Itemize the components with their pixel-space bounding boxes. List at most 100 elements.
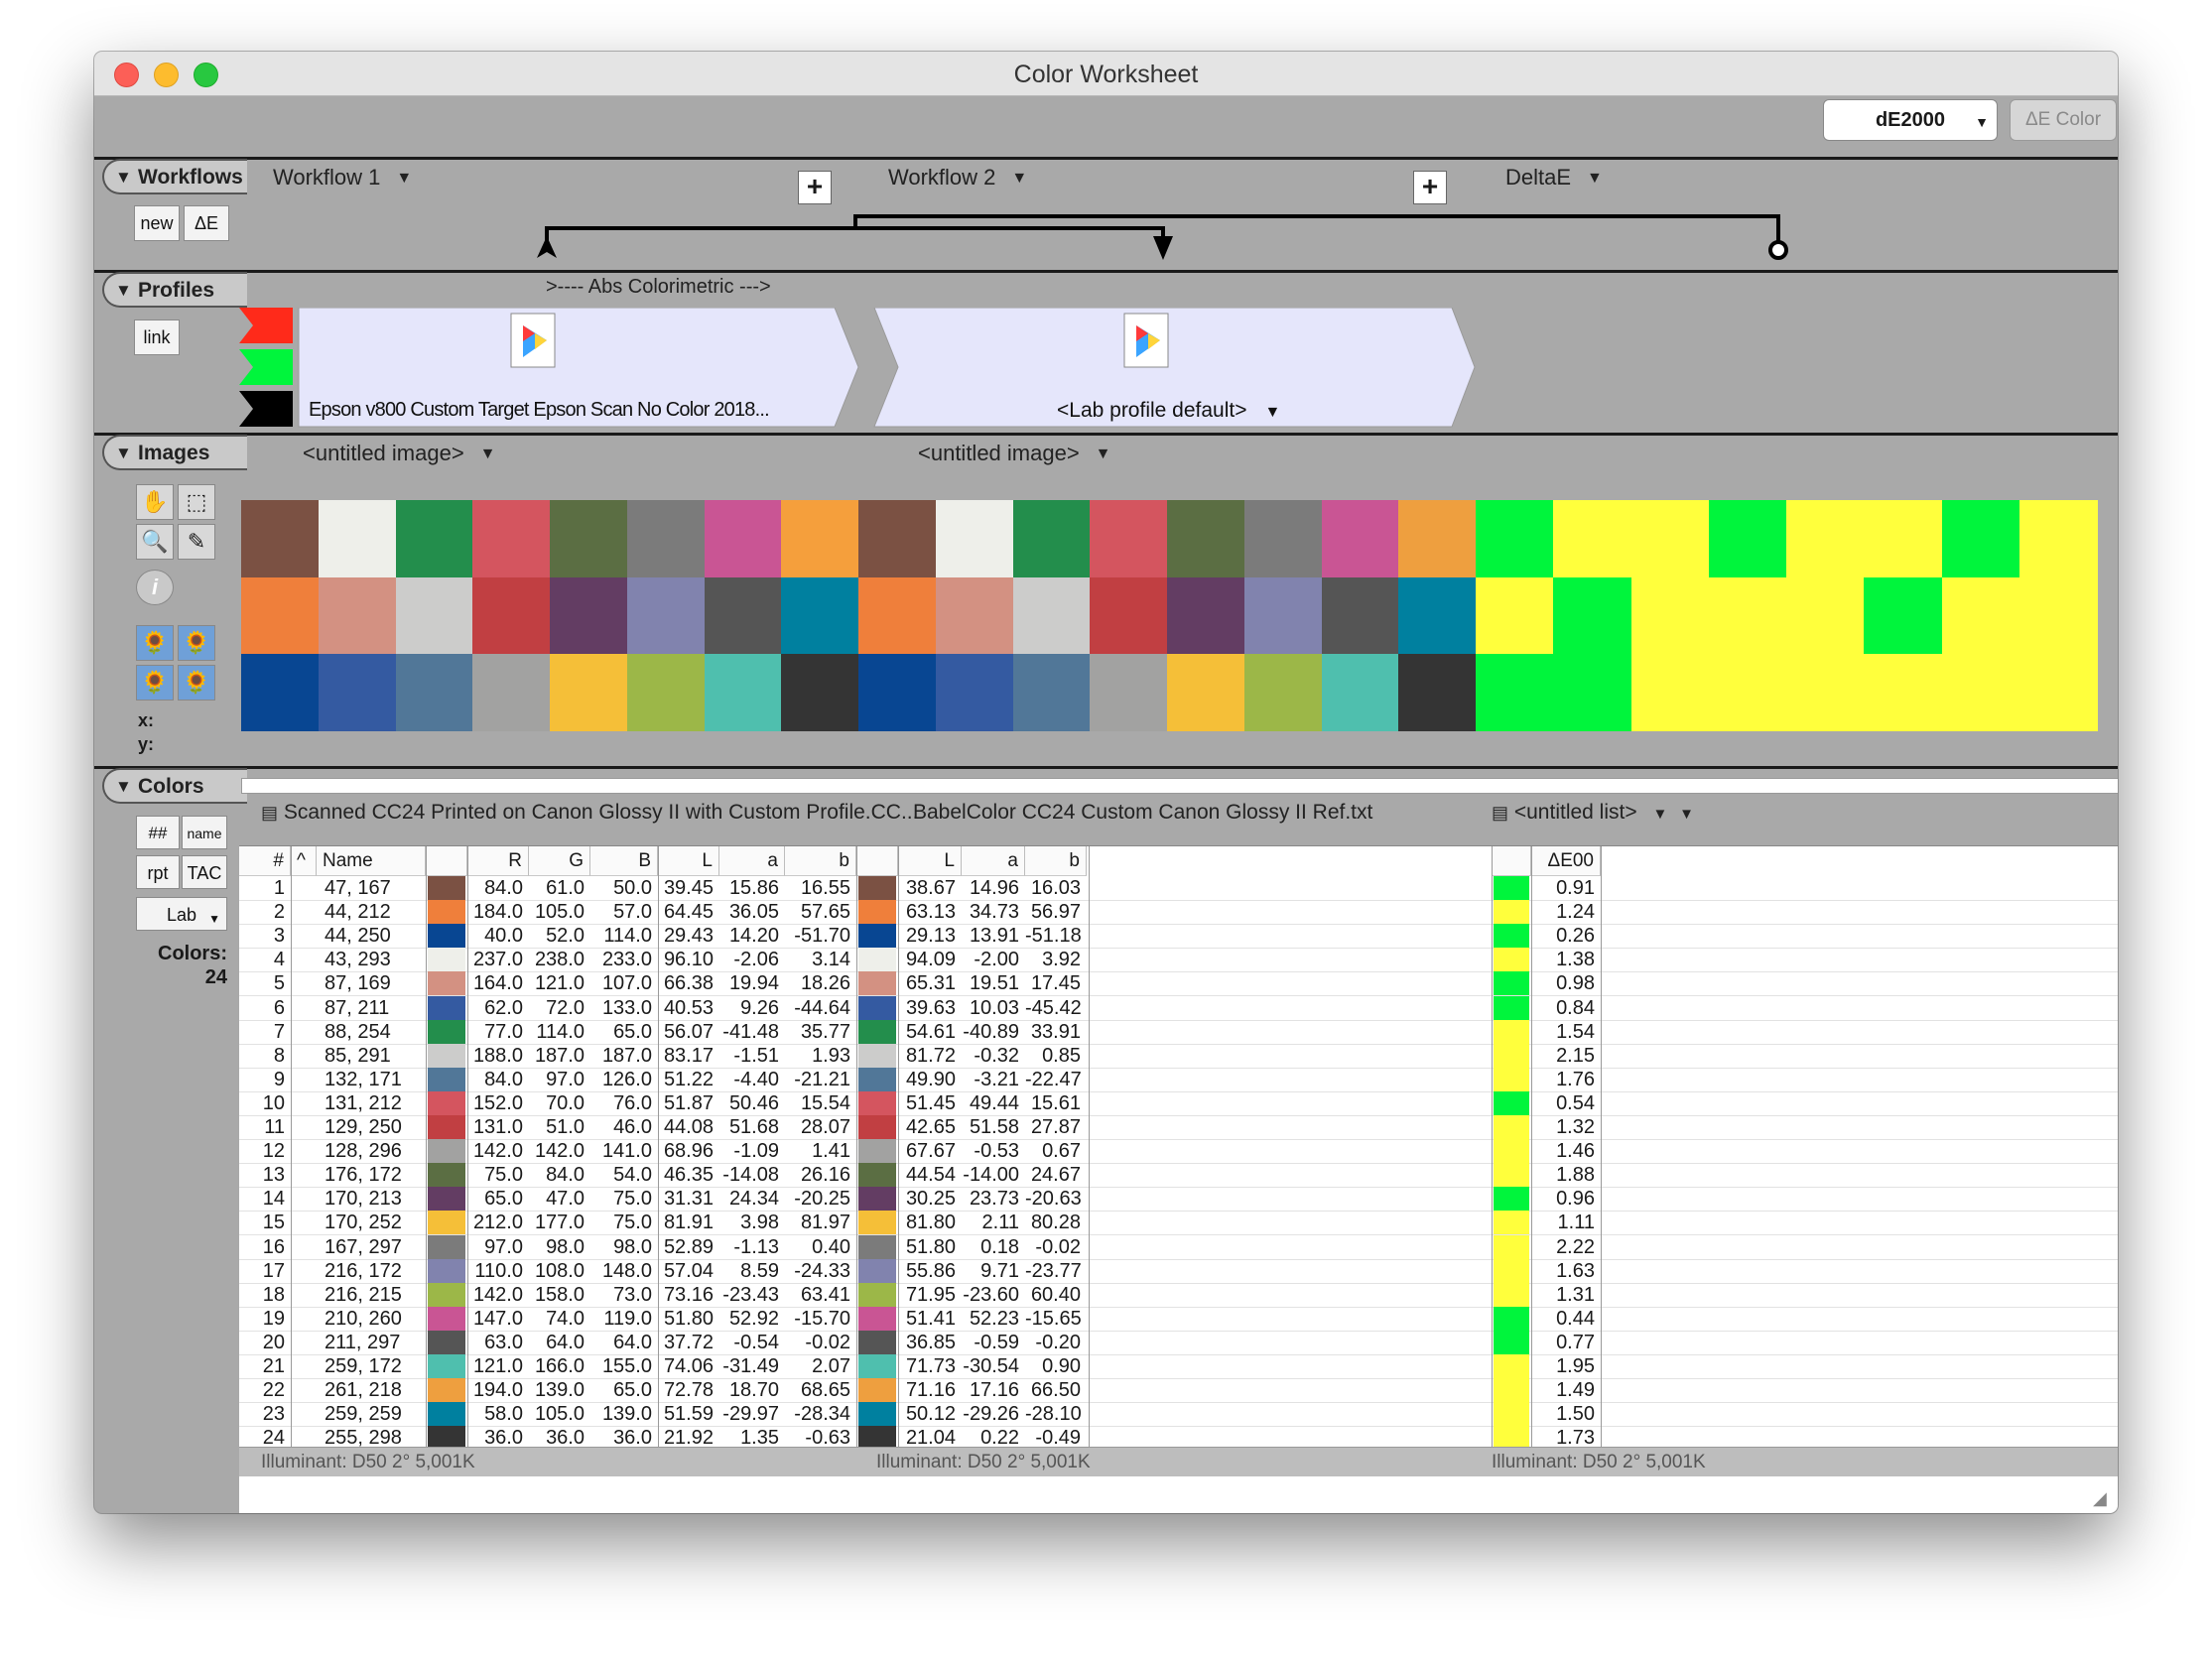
delta-patch[interactable]	[1708, 500, 1787, 578]
chart2-patch[interactable]	[1167, 654, 1245, 732]
table-row[interactable]: 17 216, 172 110.0 108.0 148.0 57.04 8.59 -24.33…	[239, 1258, 2118, 1284]
table-row[interactable]: 23 259, 259 58.0 105.0 139.0 51.59 -29.97 -28.3…	[239, 1402, 2118, 1428]
delta-patch[interactable]	[1864, 654, 1942, 732]
delta-e-patches[interactable]	[1476, 500, 2098, 732]
table-row[interactable]: 11 129, 250 131.0 51.0 46.0 44.08 51.68 28.07 42…	[239, 1115, 2118, 1140]
column-header-n[interactable]: #	[239, 846, 291, 876]
chart2-patch[interactable]	[1243, 654, 1322, 732]
column-header-b[interactable]: b	[785, 846, 856, 876]
table-row[interactable]: 19 210, 260 147.0 74.0 119.0 51.80 52.92 -15.70…	[239, 1306, 2118, 1332]
delta-patch[interactable]	[1553, 654, 1631, 732]
image-view-2-button[interactable]: 🌻	[178, 625, 215, 661]
column-header-sw2[interactable]	[856, 846, 898, 876]
delta-patch[interactable]	[1864, 576, 1942, 655]
marquee-tool-button[interactable]: ⬚	[178, 484, 215, 520]
table-row[interactable]: 15 170, 252 212.0 177.0 75.0 81.91 3.98 81.97 81…	[239, 1211, 2118, 1236]
delta-patch[interactable]	[1786, 654, 1865, 732]
delta-patch[interactable]	[1708, 654, 1787, 732]
table-row[interactable]: 9 132, 171 84.0 97.0 126.0 51.22 -4.40 -21.21 49…	[239, 1067, 2118, 1092]
chart2-patch[interactable]	[935, 576, 1013, 655]
delta-patch[interactable]	[1708, 576, 1787, 655]
column-header-L[interactable]: L	[658, 846, 719, 876]
image-2-patches[interactable]	[858, 500, 1477, 732]
table-row[interactable]: 6 87, 211 62.0 72.0 133.0 40.53 9.26 -44.64 39.6…	[239, 995, 2118, 1021]
table-row[interactable]: 13 176, 172 75.0 84.0 54.0 46.35 -14.08 26.16 44…	[239, 1163, 2118, 1189]
chart2-patch[interactable]	[1090, 500, 1168, 578]
chart1-patch[interactable]	[626, 576, 705, 655]
chart1-patch[interactable]	[550, 500, 628, 578]
table-row[interactable]: 21 259, 172 121.0 166.0 155.0 74.06 -31.49 2.07…	[239, 1354, 2118, 1379]
number-button[interactable]: ##	[136, 816, 180, 849]
chart1-patch[interactable]	[781, 500, 859, 578]
table-row[interactable]: 4 43, 293 237.0 238.0 233.0 96.10 -2.06 3.14 94.…	[239, 948, 2118, 973]
chart1-patch[interactable]	[550, 654, 628, 732]
column-header-sort[interactable]: ^	[291, 846, 317, 876]
chart1-patch[interactable]	[704, 654, 782, 732]
delta-patch[interactable]	[1630, 576, 1710, 655]
zoom-tool-button[interactable]: 🔍	[136, 524, 174, 560]
delta-patch[interactable]	[1553, 500, 1631, 578]
table-row[interactable]: 10 131, 212 152.0 70.0 76.0 51.87 50.46 15.54 51…	[239, 1090, 2118, 1116]
table-row[interactable]: 3 44, 250 40.0 52.0 114.0 29.43 14.20 -51.70 29.…	[239, 924, 2118, 950]
info-button[interactable]: i	[136, 570, 174, 605]
images-section-toggle[interactable]: ▼ Images	[102, 435, 247, 470]
column-header-a[interactable]: a	[719, 846, 785, 876]
chart1-patch[interactable]	[395, 576, 473, 655]
list-splitter[interactable]	[241, 778, 2118, 794]
image-1-patches[interactable]	[241, 500, 859, 732]
delta-patch[interactable]	[1476, 500, 1554, 578]
column-header-name[interactable]: Name	[317, 846, 426, 876]
delta-patch[interactable]	[1786, 500, 1865, 578]
delta-patch[interactable]	[1476, 576, 1554, 655]
rendering-intent[interactable]: >---- Abs Colorimetric --->	[546, 276, 771, 299]
delta-patch[interactable]	[1941, 500, 2020, 578]
chart2-patch[interactable]	[858, 654, 937, 732]
delta-patch[interactable]	[2018, 576, 2098, 655]
column-header-R[interactable]: R	[467, 846, 529, 876]
table-row[interactable]: 5 87, 169 164.0 121.0 107.0 66.38 19.94 18.26 65…	[239, 971, 2118, 997]
table-row[interactable]: 2 44, 212 184.0 105.0 57.0 64.45 36.05 57.65 63.…	[239, 900, 2118, 926]
delta-patch[interactable]	[1630, 500, 1710, 578]
chart1-patch[interactable]	[318, 654, 396, 732]
resize-grip-icon[interactable]: ◢	[2093, 1488, 2107, 1509]
column-header-a2[interactable]: a	[962, 846, 1025, 876]
name-button[interactable]: name	[182, 816, 227, 849]
link-profiles-button[interactable]: link	[134, 319, 180, 355]
chart1-patch[interactable]	[781, 576, 859, 655]
chart1-patch[interactable]	[472, 654, 551, 732]
chart1-patch[interactable]	[395, 500, 473, 578]
chart2-patch[interactable]	[1321, 500, 1399, 578]
table-row[interactable]: 22 261, 218 194.0 139.0 65.0 72.78 18.70 68.65 7…	[239, 1378, 2118, 1404]
delta-patch[interactable]	[1941, 576, 2020, 655]
color-table[interactable]: # ^ Name R G B La b La b ΔE00 1 47, 167 84.0 61.0 50.0…	[239, 845, 2118, 1452]
delta-patch[interactable]	[1553, 576, 1631, 655]
chart2-patch[interactable]	[858, 576, 937, 655]
chart1-patch[interactable]	[704, 500, 782, 578]
image-1-dropdown[interactable]: <untitled image> ▼	[303, 441, 496, 466]
chart1-patch[interactable]	[472, 576, 551, 655]
chart1-patch[interactable]	[395, 654, 473, 732]
delta-patch[interactable]	[1476, 654, 1554, 732]
colors-section-toggle[interactable]: ▼ Colors	[102, 768, 247, 804]
chart2-patch[interactable]	[1243, 500, 1322, 578]
chart2-patch[interactable]	[1012, 576, 1091, 655]
delta-patch[interactable]	[1941, 654, 2020, 732]
table-row[interactable]: 20 211, 297 63.0 64.0 64.0 37.72 -0.54 -0.02 36.…	[239, 1330, 2118, 1355]
image-view-1-button[interactable]: 🌻	[136, 625, 174, 661]
list-3-title[interactable]: ▤ <untitled list> ▼ ▼	[1492, 801, 1694, 825]
delta-patch[interactable]	[2018, 654, 2098, 732]
image-2-dropdown[interactable]: <untitled image> ▼	[918, 441, 1111, 466]
list-2-title[interactable]: BabelColor CC24 Custom Canon Glossy II R…	[913, 801, 1372, 825]
table-row[interactable]: 1 47, 167 84.0 61.0 50.0 39.45 15.86 16.55 38.67…	[239, 876, 2118, 901]
chart1-patch[interactable]	[626, 654, 705, 732]
chart2-patch[interactable]	[1090, 576, 1168, 655]
chart2-patch[interactable]	[1243, 576, 1322, 655]
column-header-ind[interactable]	[1492, 846, 1531, 876]
delta-patch[interactable]	[1630, 654, 1710, 732]
chart1-patch[interactable]	[241, 500, 320, 578]
hand-tool-button[interactable]: ✋	[136, 484, 174, 520]
chart2-patch[interactable]	[1398, 500, 1477, 578]
delta-patch[interactable]	[1786, 576, 1865, 655]
chart1-patch[interactable]	[704, 576, 782, 655]
chart2-patch[interactable]	[1090, 654, 1168, 732]
